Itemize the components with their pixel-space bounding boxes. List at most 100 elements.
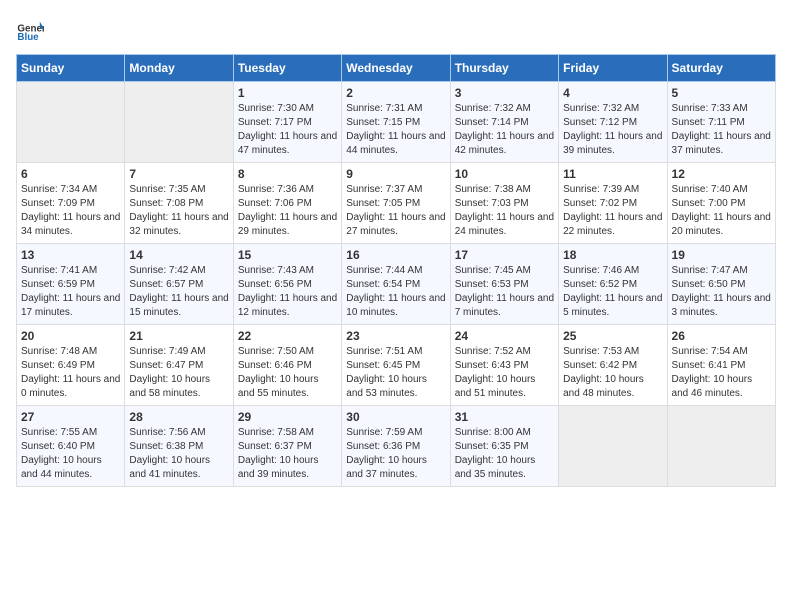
calendar-day-cell: 6 Sunrise: 7:34 AM Sunset: 7:09 PM Daylig… bbox=[17, 163, 125, 244]
calendar-day-cell: 12Sunrise: 7:40 AM Sunset: 7:00 PM Dayli… bbox=[667, 163, 775, 244]
calendar-day-cell: 9 Sunrise: 7:37 AM Sunset: 7:05 PM Daylig… bbox=[342, 163, 450, 244]
weekday-header: Wednesday bbox=[342, 55, 450, 82]
day-info: Sunrise: 8:00 AM Sunset: 6:35 PM Dayligh… bbox=[455, 426, 554, 482]
calendar-day-cell: 11 Sunrise: 7:39 AM Sunset: 7:02 PM Dayli… bbox=[559, 163, 667, 244]
calendar-day-cell: 5Sunrise: 7:33 AM Sunset: 7:11 PM Daylig… bbox=[667, 82, 775, 163]
calendar-week-row: 20 Sunrise: 7:48 AM Sunset: 6:49 PM Dayli… bbox=[17, 325, 776, 406]
day-info: Sunrise: 7:42 AM Sunset: 6:57 PM Dayligh… bbox=[129, 264, 228, 320]
day-number: 7 bbox=[129, 167, 228, 181]
calendar-header-row: SundayMondayTuesdayWednesdayThursdayFrid… bbox=[17, 55, 776, 82]
day-number: 30 bbox=[346, 410, 445, 424]
day-number: 26 bbox=[672, 329, 771, 343]
calendar-day-cell: 23 Sunrise: 7:51 AM Sunset: 6:45 PM Dayli… bbox=[342, 325, 450, 406]
day-info: Sunrise: 7:40 AM Sunset: 7:00 PM Dayligh… bbox=[672, 183, 771, 239]
day-info: Sunrise: 7:59 AM Sunset: 6:36 PM Dayligh… bbox=[346, 426, 445, 482]
calendar-day-cell: 7 Sunrise: 7:35 AM Sunset: 7:08 PM Daylig… bbox=[125, 163, 233, 244]
day-info: Sunrise: 7:51 AM Sunset: 6:45 PM Dayligh… bbox=[346, 345, 445, 401]
calendar-day-cell: 4 Sunrise: 7:32 AM Sunset: 7:12 PM Daylig… bbox=[559, 82, 667, 163]
calendar-day-cell: 29Sunrise: 7:58 AM Sunset: 6:37 PM Dayli… bbox=[233, 406, 341, 487]
day-number: 25 bbox=[563, 329, 662, 343]
day-number: 31 bbox=[455, 410, 554, 424]
day-info: Sunrise: 7:54 AM Sunset: 6:41 PM Dayligh… bbox=[672, 345, 771, 401]
logo-icon: General Blue bbox=[16, 16, 44, 44]
day-info: Sunrise: 7:56 AM Sunset: 6:38 PM Dayligh… bbox=[129, 426, 228, 482]
calendar-day-cell: 20 Sunrise: 7:48 AM Sunset: 6:49 PM Dayli… bbox=[17, 325, 125, 406]
day-info: Sunrise: 7:52 AM Sunset: 6:43 PM Dayligh… bbox=[455, 345, 554, 401]
day-number: 18 bbox=[563, 248, 662, 262]
day-number: 21 bbox=[129, 329, 228, 343]
calendar-day-cell: 18Sunrise: 7:46 AM Sunset: 6:52 PM Dayli… bbox=[559, 244, 667, 325]
day-number: 19 bbox=[672, 248, 771, 262]
calendar-day-cell: 13Sunrise: 7:41 AM Sunset: 6:59 PM Dayli… bbox=[17, 244, 125, 325]
calendar-day-cell: 31 Sunrise: 8:00 AM Sunset: 6:35 PM Dayli… bbox=[450, 406, 558, 487]
day-info: Sunrise: 7:37 AM Sunset: 7:05 PM Dayligh… bbox=[346, 183, 445, 239]
day-info: Sunrise: 7:32 AM Sunset: 7:12 PM Dayligh… bbox=[563, 102, 662, 158]
day-info: Sunrise: 7:58 AM Sunset: 6:37 PM Dayligh… bbox=[238, 426, 337, 482]
page-header: General Blue bbox=[16, 16, 776, 44]
weekday-header: Saturday bbox=[667, 55, 775, 82]
day-info: Sunrise: 7:39 AM Sunset: 7:02 PM Dayligh… bbox=[563, 183, 662, 239]
day-info: Sunrise: 7:36 AM Sunset: 7:06 PM Dayligh… bbox=[238, 183, 337, 239]
weekday-header: Sunday bbox=[17, 55, 125, 82]
calendar-day-cell: 15 Sunrise: 7:43 AM Sunset: 6:56 PM Dayli… bbox=[233, 244, 341, 325]
calendar-day-cell: 3 Sunrise: 7:32 AM Sunset: 7:14 PM Daylig… bbox=[450, 82, 558, 163]
weekday-header: Friday bbox=[559, 55, 667, 82]
day-info: Sunrise: 7:50 AM Sunset: 6:46 PM Dayligh… bbox=[238, 345, 337, 401]
calendar-day-cell bbox=[559, 406, 667, 487]
svg-text:Blue: Blue bbox=[17, 32, 39, 43]
day-info: Sunrise: 7:45 AM Sunset: 6:53 PM Dayligh… bbox=[455, 264, 554, 320]
calendar-day-cell: 27 Sunrise: 7:55 AM Sunset: 6:40 PM Dayli… bbox=[17, 406, 125, 487]
weekday-header: Tuesday bbox=[233, 55, 341, 82]
day-number: 1 bbox=[238, 86, 337, 100]
calendar-day-cell: 8 Sunrise: 7:36 AM Sunset: 7:06 PM Daylig… bbox=[233, 163, 341, 244]
day-info: Sunrise: 7:48 AM Sunset: 6:49 PM Dayligh… bbox=[21, 345, 120, 401]
calendar-day-cell: 30 Sunrise: 7:59 AM Sunset: 6:36 PM Dayli… bbox=[342, 406, 450, 487]
day-info: Sunrise: 7:35 AM Sunset: 7:08 PM Dayligh… bbox=[129, 183, 228, 239]
day-info: Sunrise: 7:31 AM Sunset: 7:15 PM Dayligh… bbox=[346, 102, 445, 158]
calendar-table: SundayMondayTuesdayWednesdayThursdayFrid… bbox=[16, 54, 776, 487]
day-number: 20 bbox=[21, 329, 120, 343]
calendar-week-row: 27 Sunrise: 7:55 AM Sunset: 6:40 PM Dayli… bbox=[17, 406, 776, 487]
day-number: 10 bbox=[455, 167, 554, 181]
weekday-header: Monday bbox=[125, 55, 233, 82]
day-number: 11 bbox=[563, 167, 662, 181]
day-number: 9 bbox=[346, 167, 445, 181]
day-number: 23 bbox=[346, 329, 445, 343]
calendar-day-cell: 22 Sunrise: 7:50 AM Sunset: 6:46 PM Dayli… bbox=[233, 325, 341, 406]
logo: General Blue bbox=[16, 16, 48, 44]
day-info: Sunrise: 7:55 AM Sunset: 6:40 PM Dayligh… bbox=[21, 426, 120, 482]
day-number: 14 bbox=[129, 248, 228, 262]
calendar-day-cell: 1Sunrise: 7:30 AM Sunset: 7:17 PM Daylig… bbox=[233, 82, 341, 163]
day-number: 8 bbox=[238, 167, 337, 181]
calendar-day-cell: 10 Sunrise: 7:38 AM Sunset: 7:03 PM Dayli… bbox=[450, 163, 558, 244]
day-number: 2 bbox=[346, 86, 445, 100]
day-number: 6 bbox=[21, 167, 120, 181]
calendar-day-cell bbox=[17, 82, 125, 163]
calendar-day-cell bbox=[125, 82, 233, 163]
day-number: 22 bbox=[238, 329, 337, 343]
day-number: 15 bbox=[238, 248, 337, 262]
day-number: 16 bbox=[346, 248, 445, 262]
calendar-week-row: 6 Sunrise: 7:34 AM Sunset: 7:09 PM Daylig… bbox=[17, 163, 776, 244]
day-info: Sunrise: 7:53 AM Sunset: 6:42 PM Dayligh… bbox=[563, 345, 662, 401]
calendar-day-cell: 25 Sunrise: 7:53 AM Sunset: 6:42 PM Dayli… bbox=[559, 325, 667, 406]
day-info: Sunrise: 7:32 AM Sunset: 7:14 PM Dayligh… bbox=[455, 102, 554, 158]
day-info: Sunrise: 7:47 AM Sunset: 6:50 PM Dayligh… bbox=[672, 264, 771, 320]
calendar-day-cell: 16Sunrise: 7:44 AM Sunset: 6:54 PM Dayli… bbox=[342, 244, 450, 325]
calendar-week-row: 13Sunrise: 7:41 AM Sunset: 6:59 PM Dayli… bbox=[17, 244, 776, 325]
day-info: Sunrise: 7:34 AM Sunset: 7:09 PM Dayligh… bbox=[21, 183, 120, 239]
calendar-day-cell: 19 Sunrise: 7:47 AM Sunset: 6:50 PM Dayli… bbox=[667, 244, 775, 325]
calendar-day-cell: 21 Sunrise: 7:49 AM Sunset: 6:47 PM Dayli… bbox=[125, 325, 233, 406]
calendar-day-cell: 28Sunrise: 7:56 AM Sunset: 6:38 PM Dayli… bbox=[125, 406, 233, 487]
day-info: Sunrise: 7:38 AM Sunset: 7:03 PM Dayligh… bbox=[455, 183, 554, 239]
calendar-day-cell bbox=[667, 406, 775, 487]
calendar-day-cell: 14 Sunrise: 7:42 AM Sunset: 6:57 PM Dayli… bbox=[125, 244, 233, 325]
day-number: 13 bbox=[21, 248, 120, 262]
day-number: 27 bbox=[21, 410, 120, 424]
day-number: 3 bbox=[455, 86, 554, 100]
day-info: Sunrise: 7:49 AM Sunset: 6:47 PM Dayligh… bbox=[129, 345, 228, 401]
day-info: Sunrise: 7:43 AM Sunset: 6:56 PM Dayligh… bbox=[238, 264, 337, 320]
day-number: 5 bbox=[672, 86, 771, 100]
day-number: 17 bbox=[455, 248, 554, 262]
day-number: 4 bbox=[563, 86, 662, 100]
